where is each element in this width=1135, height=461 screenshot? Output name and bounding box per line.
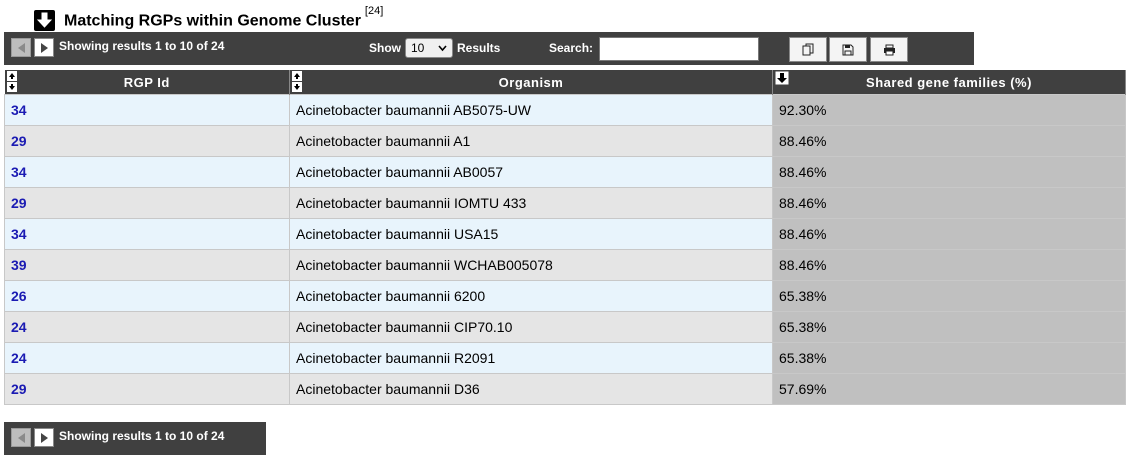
shared-gene-families-cell: 88.46% [772, 218, 1126, 250]
shared-gene-families-cell: 65.38% [772, 280, 1126, 312]
table-row: 24 Acinetobacter baumannii CIP70.10 65.38% [4, 311, 1126, 343]
rgp-id-cell: 34 [4, 218, 290, 250]
column-header-rgp-id[interactable]: RGP Id [4, 70, 290, 96]
previous-page-button[interactable] [11, 38, 31, 57]
results-label: Results [457, 41, 501, 55]
table-row: 29 Acinetobacter baumannii A1 88.46% [4, 125, 1126, 157]
download-arrow-icon[interactable] [34, 9, 55, 31]
shared-gene-families-cell: 88.46% [772, 125, 1126, 157]
column-header-label: RGP Id [123, 74, 170, 90]
search-input[interactable] [599, 37, 759, 61]
chevron-down-icon [438, 42, 447, 57]
rgp-id-link[interactable]: 24 [11, 350, 27, 366]
rgp-id-link[interactable]: 29 [11, 381, 27, 397]
rgp-id-cell: 29 [4, 187, 290, 219]
shared-gene-families-cell: 88.46% [772, 249, 1126, 281]
column-header-organism[interactable]: Organism [289, 70, 773, 96]
table-toolbar: Showing results 1 to 10 of 24 Show 10 Re… [4, 32, 974, 65]
sort-both-icon [292, 71, 302, 96]
floppy-disk-icon [842, 44, 854, 55]
rgp-id-link[interactable]: 24 [11, 319, 27, 335]
rgp-id-link[interactable]: 34 [11, 226, 27, 242]
table-row: 24 Acinetobacter baumannii R2091 65.38% [4, 342, 1126, 374]
rgp-id-link[interactable]: 39 [11, 257, 27, 273]
rgp-id-link[interactable]: 26 [11, 288, 27, 304]
copy-button[interactable] [789, 37, 827, 62]
organism-cell: Acinetobacter baumannii A1 [289, 125, 773, 157]
shared-gene-families-cell: 57.69% [772, 373, 1126, 405]
table-header-row: RGP Id Organism Shared gene families (%) [4, 70, 1126, 96]
search-label: Search: [549, 41, 594, 55]
table-row: 34 Acinetobacter baumannii USA15 88.46% [4, 218, 1126, 250]
table-row: 39 Acinetobacter baumannii WCHAB005078 88.… [4, 249, 1126, 281]
column-header-shared-gene-families[interactable]: Shared gene families (%) [772, 70, 1126, 95]
rgp-id-link[interactable]: 29 [11, 195, 27, 211]
shared-gene-families-cell: 92.30% [772, 94, 1126, 126]
organism-cell: Acinetobacter baumannii USA15 [289, 218, 773, 250]
triangle-right-icon [40, 42, 48, 53]
rgp-id-cell: 34 [4, 156, 290, 188]
page-title: Matching RGPs within Genome Cluster[24] [64, 5, 383, 30]
rgp-id-cell: 26 [4, 280, 290, 312]
copy-icon [802, 43, 814, 56]
printer-icon [883, 44, 895, 55]
shared-gene-families-cell: 88.46% [772, 187, 1126, 219]
next-page-button[interactable] [34, 428, 54, 447]
showing-results-info: Showing results 1 to 10 of 24 [59, 39, 225, 53]
organism-cell: Acinetobacter baumannii 6200 [289, 280, 773, 312]
shared-gene-families-cell: 88.46% [772, 156, 1126, 188]
organism-cell: Acinetobacter baumannii IOMTU 433 [289, 187, 773, 219]
showing-results-info: Showing results 1 to 10 of 24 [59, 429, 225, 443]
organism-cell: Acinetobacter baumannii D36 [289, 373, 773, 405]
page-title-text: Matching RGPs within Genome Cluster [64, 12, 361, 30]
triangle-right-icon [40, 432, 48, 443]
column-header-label: Shared gene families (%) [866, 74, 1032, 90]
organism-cell: Acinetobacter baumannii WCHAB005078 [289, 249, 773, 281]
page-length-select[interactable]: 10 [405, 38, 453, 58]
page-length-control: Show 10 Results [369, 38, 500, 58]
rgp-id-cell: 29 [4, 125, 290, 157]
organism-cell: Acinetobacter baumannii AB0057 [289, 156, 773, 188]
table-row: 34 Acinetobacter baumannii AB5075-UW 92.30… [4, 94, 1126, 126]
rgp-id-cell: 29 [4, 373, 290, 405]
table-row: 29 Acinetobacter baumannii IOMTU 433 88.46… [4, 187, 1126, 219]
table-row: 34 Acinetobacter baumannii AB0057 88.46% [4, 156, 1126, 188]
previous-page-button[interactable] [11, 428, 31, 447]
rgp-id-cell: 34 [4, 94, 290, 126]
shared-gene-families-cell: 65.38% [772, 342, 1126, 374]
show-label: Show [369, 41, 401, 55]
save-button[interactable] [829, 37, 867, 62]
rgp-id-cell: 24 [4, 342, 290, 374]
table-body: 34 Acinetobacter baumannii AB5075-UW 92.30… [4, 94, 1126, 405]
triangle-left-icon [17, 432, 25, 443]
table-footer-pager: Showing results 1 to 10 of 24 [4, 422, 266, 455]
triangle-left-icon [17, 42, 25, 53]
table-row: 26 Acinetobacter baumannii 6200 65.38% [4, 280, 1126, 312]
organism-cell: Acinetobacter baumannii AB5075-UW [289, 94, 773, 126]
organism-cell: Acinetobacter baumannii R2091 [289, 342, 773, 374]
column-header-label: Organism [498, 74, 564, 90]
rgp-id-cell: 39 [4, 249, 290, 281]
sort-both-icon [6, 71, 17, 96]
rgp-id-link[interactable]: 29 [11, 133, 27, 149]
result-count-badge: [24] [364, 4, 384, 17]
rgp-id-link[interactable]: 34 [11, 102, 27, 118]
page-length-value: 10 [411, 41, 425, 55]
rgp-id-cell: 24 [4, 311, 290, 343]
organism-cell: Acinetobacter baumannii CIP70.10 [289, 311, 773, 343]
rgp-table: RGP Id Organism Shared gene families (%)… [4, 70, 1126, 405]
rgp-id-link[interactable]: 34 [11, 164, 27, 180]
table-row: 29 Acinetobacter baumannii D36 57.69% [4, 373, 1126, 405]
sort-descending-icon [775, 71, 789, 88]
shared-gene-families-cell: 65.38% [772, 311, 1126, 343]
title-row: Matching RGPs within Genome Cluster[24] [34, 5, 383, 32]
print-button[interactable] [870, 37, 908, 62]
next-page-button[interactable] [34, 38, 54, 57]
